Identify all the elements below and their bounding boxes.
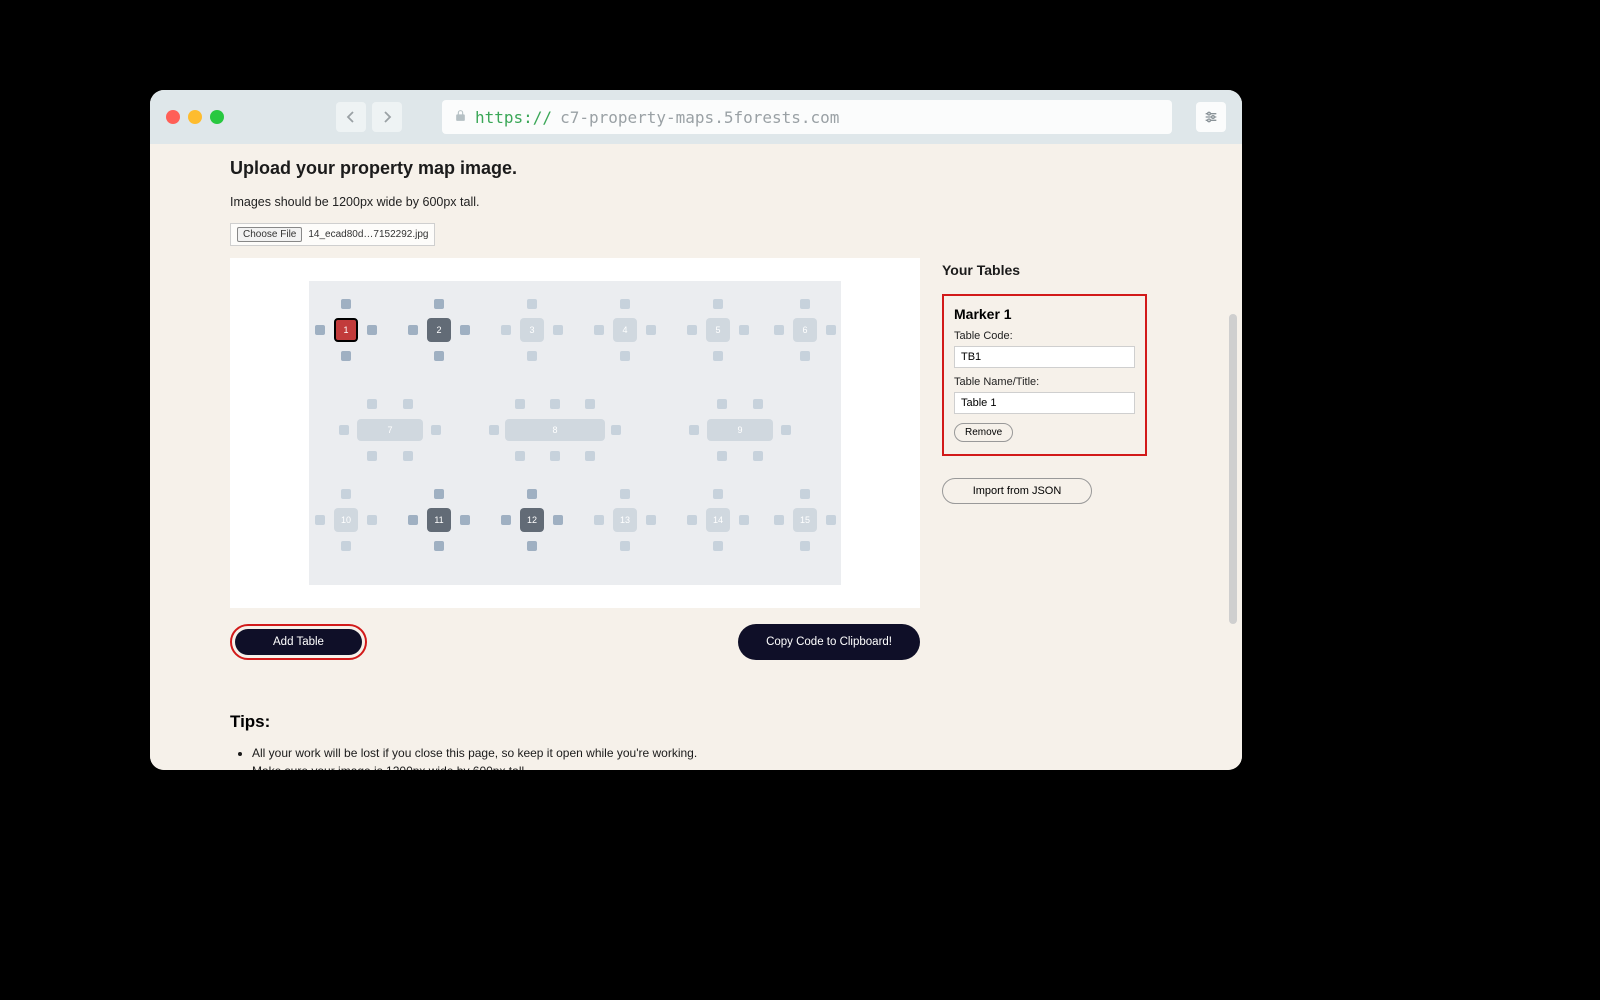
choose-file-button[interactable]: Choose File: [237, 227, 302, 242]
selected-filename: 14_ecad80d…7152292.jpg: [308, 229, 428, 240]
table-7[interactable]: 7: [339, 399, 441, 461]
tips-section: Tips: All your work will be lost if you …: [230, 712, 920, 770]
marker-title: Marker 1: [954, 306, 1135, 322]
tip-item: All your work will be lost if you close …: [252, 746, 920, 760]
table-8[interactable]: 8: [489, 399, 621, 461]
minimize-icon[interactable]: [188, 110, 202, 124]
side-panel-title: Your Tables: [942, 262, 1147, 278]
scrollbar-thumb[interactable]: [1229, 314, 1237, 624]
remove-marker-button[interactable]: Remove: [954, 423, 1013, 442]
table-12[interactable]: 12: [501, 489, 563, 551]
table-label: 13: [613, 508, 637, 532]
import-json-button[interactable]: Import from JSON: [942, 478, 1092, 504]
add-table-highlight: Add Table: [230, 624, 367, 660]
marker-card: Marker 1 Table Code: Table Name/Title: R…: [942, 294, 1147, 456]
table-label: 1: [334, 318, 358, 342]
table-label: 7: [357, 419, 423, 441]
table-label: 10: [334, 508, 358, 532]
table-10[interactable]: 10: [315, 489, 377, 551]
table-label: 8: [505, 419, 605, 441]
table-3[interactable]: 3: [501, 299, 563, 361]
tips-heading: Tips:: [230, 712, 920, 732]
add-table-button[interactable]: Add Table: [235, 629, 362, 655]
table-label: 4: [613, 318, 637, 342]
action-button-row: Add Table Copy Code to Clipboard!: [230, 624, 920, 660]
table-9[interactable]: 9: [689, 399, 791, 461]
table-label: 5: [706, 318, 730, 342]
table-label: 12: [520, 508, 544, 532]
table-5[interactable]: 5: [687, 299, 749, 361]
table-label: 14: [706, 508, 730, 532]
side-panel: Your Tables Marker 1 Table Code: Table N…: [942, 258, 1147, 504]
back-button[interactable]: [336, 102, 366, 132]
table-11[interactable]: 11: [408, 489, 470, 551]
window-controls: [166, 110, 224, 124]
floorplan-image: 1 2 3 4: [309, 281, 841, 585]
address-bar[interactable]: https:// c7-property-maps.5forests.com: [442, 100, 1172, 134]
map-canvas[interactable]: 1 2 3 4: [230, 258, 920, 608]
copy-code-button[interactable]: Copy Code to Clipboard!: [738, 624, 920, 660]
settings-button[interactable]: [1196, 102, 1226, 132]
table-13[interactable]: 13: [594, 489, 656, 551]
table-label: 6: [793, 318, 817, 342]
nav-buttons: [336, 102, 402, 132]
table-label: 15: [793, 508, 817, 532]
table-label: 11: [427, 508, 451, 532]
table-name-input[interactable]: [954, 392, 1135, 414]
table-code-input[interactable]: [954, 346, 1135, 368]
table-label: 3: [520, 318, 544, 342]
lock-icon: [454, 109, 467, 126]
table-14[interactable]: 14: [687, 489, 749, 551]
upload-hint: Images should be 1200px wide by 600px ta…: [230, 195, 1162, 209]
table-4[interactable]: 4: [594, 299, 656, 361]
table-1[interactable]: 1: [315, 299, 377, 361]
titlebar: https:// c7-property-maps.5forests.com: [150, 90, 1242, 144]
browser-window: https:// c7-property-maps.5forests.com Up…: [150, 90, 1242, 770]
file-input-group: Choose File 14_ecad80d…7152292.jpg: [230, 223, 435, 246]
table-label: 2: [427, 318, 451, 342]
table-name-label: Table Name/Title:: [954, 376, 1135, 388]
url-protocol: https://: [475, 108, 552, 127]
close-icon[interactable]: [166, 110, 180, 124]
table-label: 9: [707, 419, 773, 441]
forward-button[interactable]: [372, 102, 402, 132]
page-title: Upload your property map image.: [230, 158, 1162, 179]
table-15[interactable]: 15: [774, 489, 836, 551]
scrollbar[interactable]: [1229, 144, 1239, 770]
table-6[interactable]: 6: [774, 299, 836, 361]
maximize-icon[interactable]: [210, 110, 224, 124]
table-code-label: Table Code:: [954, 330, 1135, 342]
url-host: c7-property-maps.5forests.com: [560, 108, 839, 127]
viewport: Upload your property map image. Images s…: [150, 144, 1242, 770]
tip-item: Make sure your image is 1200px wide by 6…: [252, 764, 920, 770]
table-2[interactable]: 2: [408, 299, 470, 361]
